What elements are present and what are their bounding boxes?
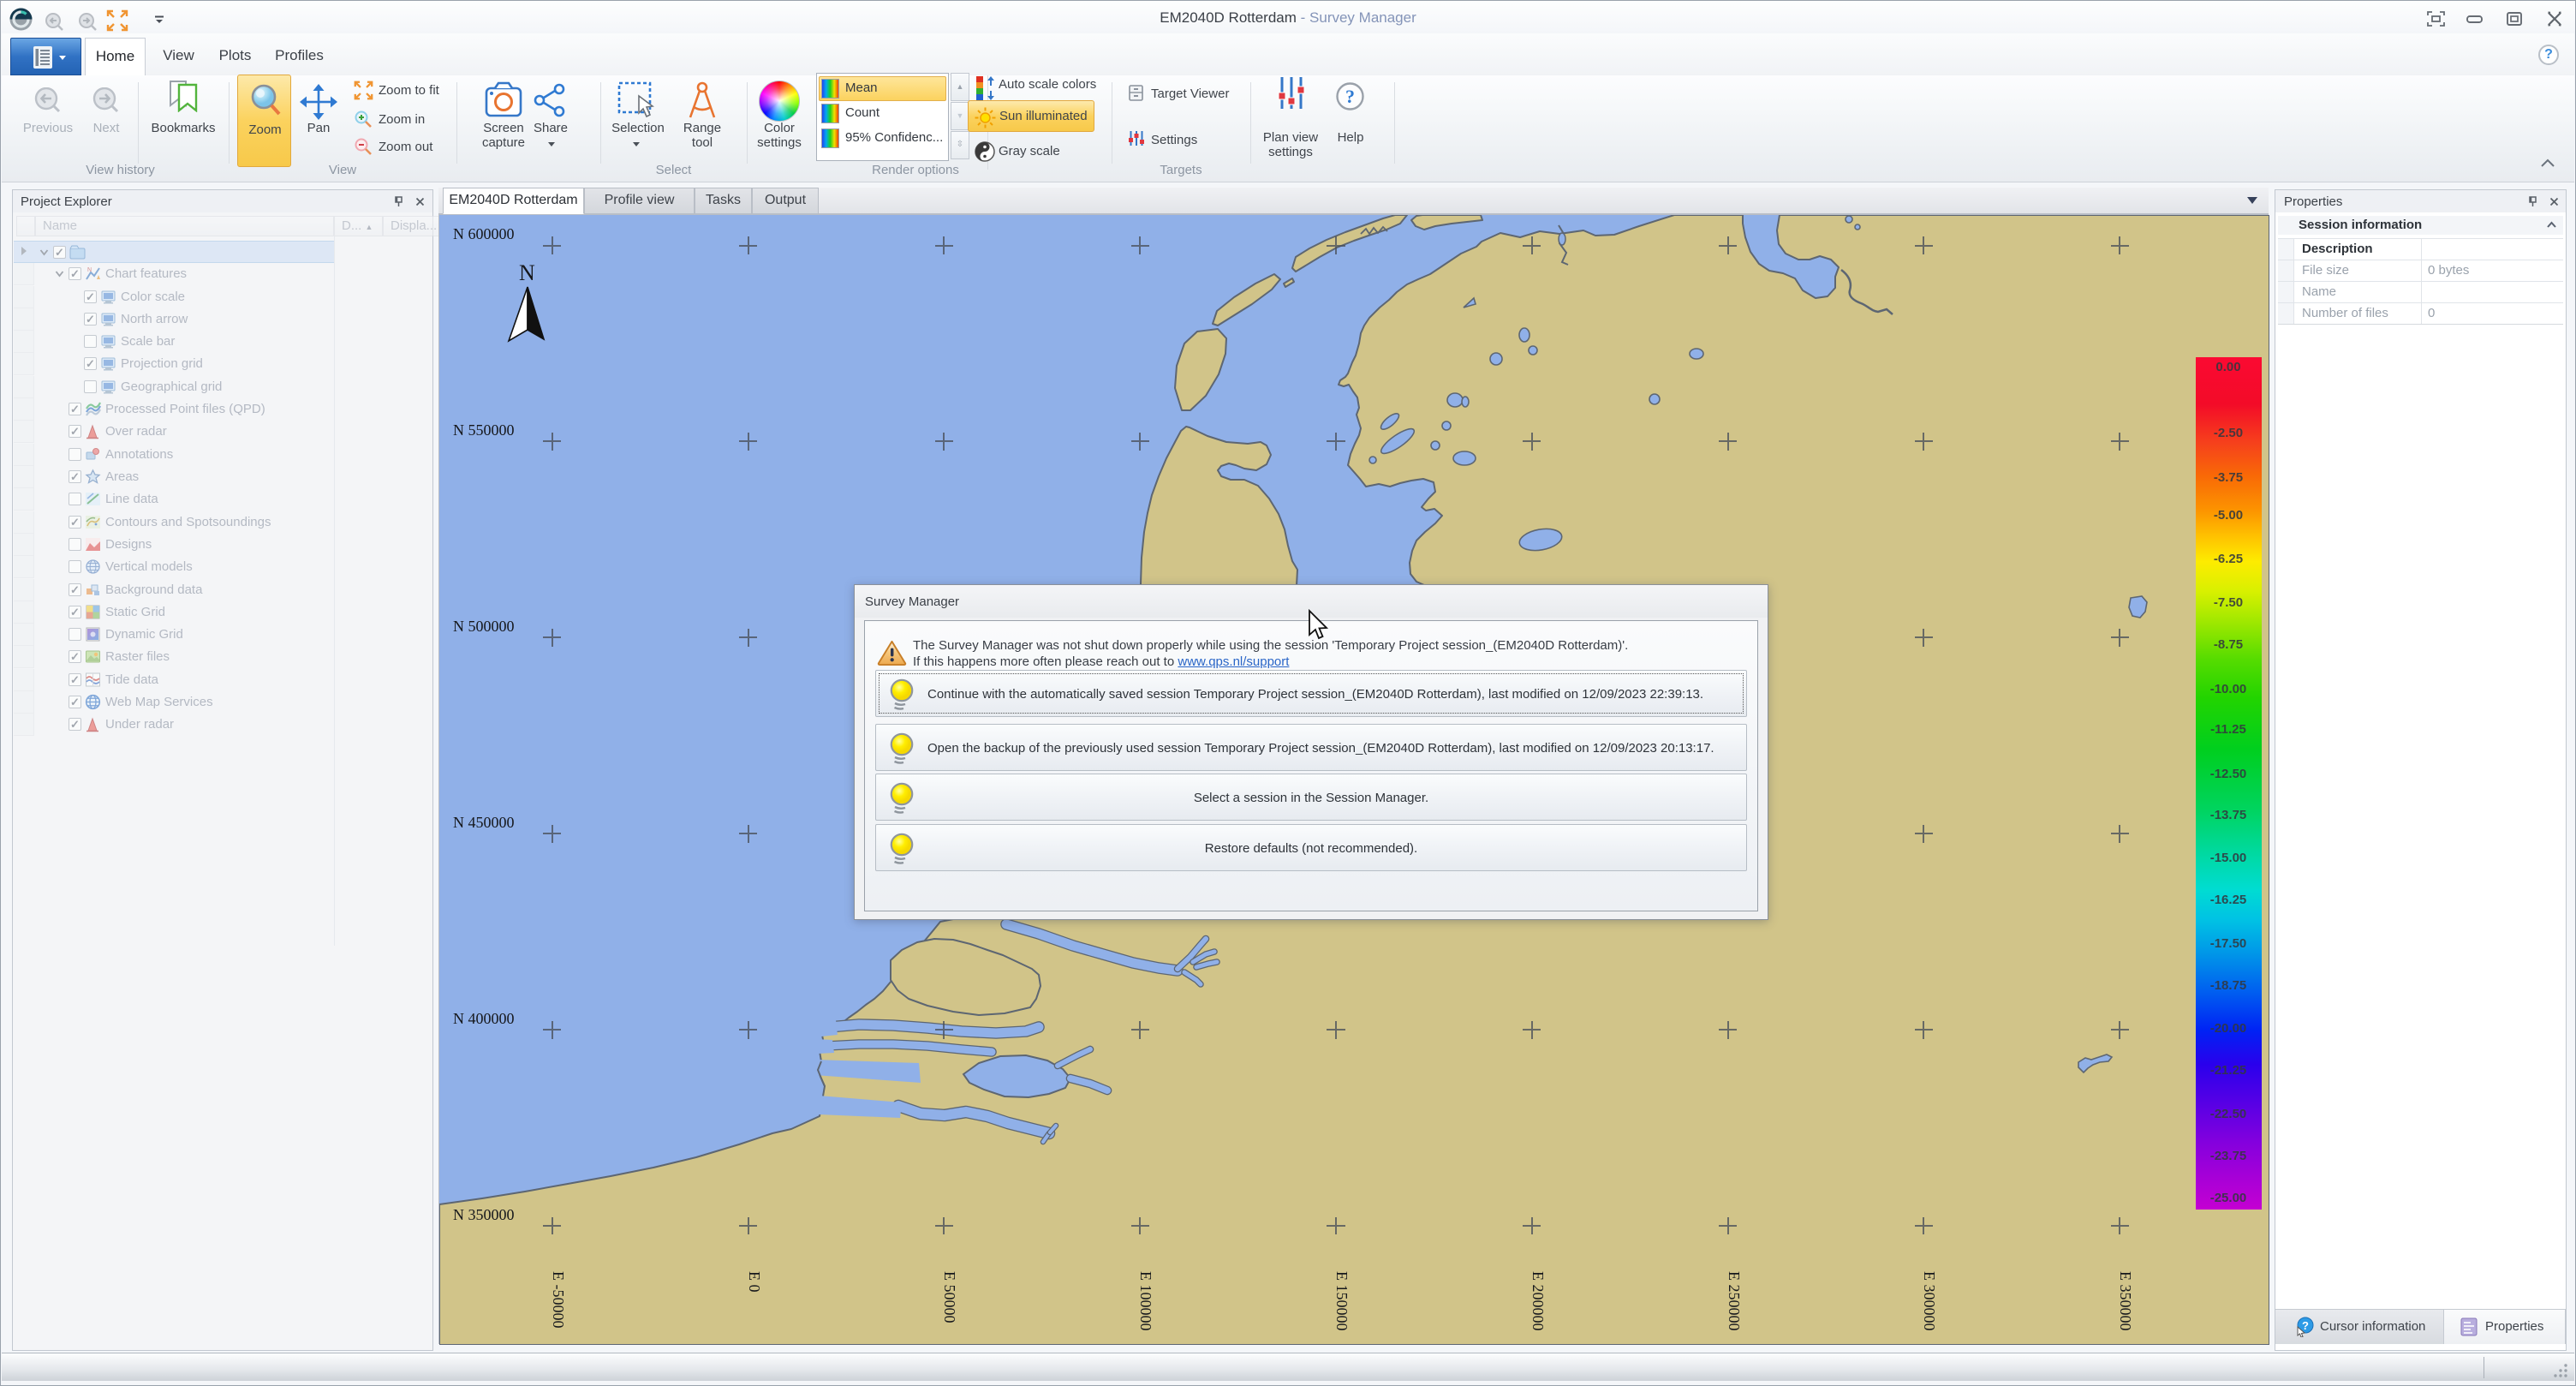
svg-text:-6.25: -6.25 xyxy=(2214,552,2243,566)
svg-text:-16.25: -16.25 xyxy=(2210,893,2247,907)
svg-text:-17.50: -17.50 xyxy=(2210,936,2247,951)
svg-text:E -50000: E -50000 xyxy=(550,1271,567,1329)
svg-text:-20.00: -20.00 xyxy=(2210,1021,2247,1036)
svg-text:N: N xyxy=(87,267,92,273)
svg-text:-12.50: -12.50 xyxy=(2210,767,2247,781)
svg-text:E 50000: E 50000 xyxy=(941,1271,958,1323)
svg-text:-2.50: -2.50 xyxy=(2214,426,2243,440)
svg-text:-5.00: -5.00 xyxy=(2214,508,2243,523)
svg-text:N 350000: N 350000 xyxy=(453,1206,515,1223)
svg-text:-21.25: -21.25 xyxy=(2210,1063,2247,1078)
svg-text:N: N xyxy=(519,260,535,285)
svg-text:E 150000: E 150000 xyxy=(1333,1271,1351,1331)
svg-text:N 600000: N 600000 xyxy=(453,225,515,242)
svg-text:-18.75: -18.75 xyxy=(2210,978,2247,993)
svg-text:-15.00: -15.00 xyxy=(2210,851,2247,865)
svg-text:-11.25: -11.25 xyxy=(2210,722,2246,737)
svg-text:-23.75: -23.75 xyxy=(2210,1149,2247,1163)
svg-text:-10.00: -10.00 xyxy=(2210,682,2247,696)
svg-text:N 400000: N 400000 xyxy=(453,1010,515,1027)
svg-text:E 100000: E 100000 xyxy=(1137,1271,1154,1331)
svg-text:-7.50: -7.50 xyxy=(2214,595,2243,610)
svg-text:E 350000: E 350000 xyxy=(2117,1271,2134,1331)
svg-text:E 0: E 0 xyxy=(746,1271,763,1293)
svg-text:-8.75: -8.75 xyxy=(2214,637,2243,652)
svg-text:?: ? xyxy=(2302,1319,2309,1332)
svg-text:E 200000: E 200000 xyxy=(1530,1271,1547,1331)
svg-text:-3.75: -3.75 xyxy=(2214,470,2243,485)
svg-text:E 300000: E 300000 xyxy=(1921,1271,1938,1331)
svg-text:0.00: 0.00 xyxy=(2215,360,2240,374)
svg-text:N 500000: N 500000 xyxy=(453,618,515,635)
svg-text:-22.50: -22.50 xyxy=(2210,1107,2247,1121)
svg-text:N 550000: N 550000 xyxy=(453,421,515,439)
svg-text:-25.00: -25.00 xyxy=(2210,1191,2247,1205)
svg-text:N 450000: N 450000 xyxy=(453,814,515,831)
svg-text:-13.75: -13.75 xyxy=(2210,808,2247,822)
svg-text:E 250000: E 250000 xyxy=(1726,1271,1743,1331)
svg-text:?: ? xyxy=(1345,86,1355,107)
